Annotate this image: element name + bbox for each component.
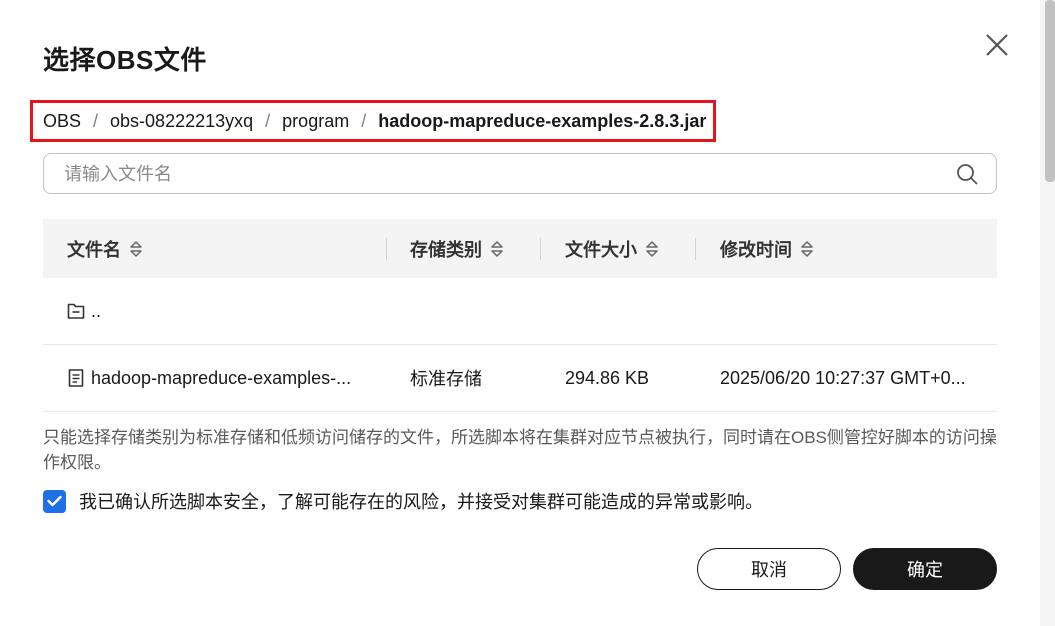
breadcrumb-current-file: hadoop-mapreduce-examples-2.8.3.jar — [378, 111, 707, 131]
agreement-label[interactable]: 我已确认所选脚本安全，了解可能存在的风险，并接受对集群可能造成的异常或影响。 — [79, 488, 763, 514]
file-size-cell: 294.86 KB — [565, 367, 650, 388]
sort-icon[interactable] — [129, 239, 143, 259]
search-input[interactable] — [62, 154, 936, 195]
confirm-button[interactable]: 确定 — [853, 548, 997, 590]
column-header-label: 修改时间 — [720, 239, 792, 260]
sort-icon[interactable] — [645, 239, 659, 259]
column-header-label: 文件名 — [67, 239, 121, 260]
column-divider — [695, 238, 696, 260]
breadcrumb: OBS / obs-08222213yxq / program / hadoop… — [43, 111, 706, 132]
checkmark-icon — [47, 495, 62, 507]
column-header-storage[interactable]: 存储类别 — [410, 219, 504, 278]
file-table: 文件名 存储类别 文件大小 修改时间 .. hadoop-mapreduce-e… — [43, 219, 997, 412]
table-row[interactable]: hadoop-mapreduce-examples-... 标准存储 294.8… — [43, 345, 997, 412]
sort-icon[interactable] — [490, 239, 504, 259]
cancel-button[interactable]: 取消 — [697, 548, 841, 590]
file-icon — [68, 369, 84, 387]
column-header-label: 文件大小 — [565, 239, 637, 260]
file-name-cell[interactable]: hadoop-mapreduce-examples-... — [67, 345, 351, 411]
file-name[interactable]: .. — [91, 301, 101, 322]
column-header-label: 存储类别 — [410, 239, 482, 260]
column-divider — [540, 238, 541, 260]
breadcrumb-separator: / — [361, 111, 367, 131]
table-row[interactable]: .. — [43, 278, 997, 345]
notice-text: 只能选择存储类别为标准存储和低频访问储存的文件，所选脚本将在集群对应节点被执行，… — [43, 428, 997, 472]
column-divider — [386, 238, 387, 260]
search-icon[interactable] — [956, 163, 978, 185]
close-icon[interactable] — [982, 30, 1012, 60]
close-button[interactable] — [982, 30, 1012, 60]
modified-time-cell: 2025/06/20 10:27:37 GMT+0... — [720, 367, 966, 388]
storage-class-cell: 标准存储 — [410, 369, 482, 389]
sort-icon[interactable] — [800, 239, 814, 259]
breadcrumb-separator: / — [265, 111, 271, 131]
breadcrumb-item-folder[interactable]: program — [282, 111, 349, 132]
breadcrumb-item-bucket[interactable]: obs-08222213yxq — [110, 111, 253, 132]
breadcrumb-separator: / — [93, 111, 99, 131]
agreement-checkbox[interactable] — [43, 489, 66, 513]
column-header-size[interactable]: 文件大小 — [565, 219, 659, 278]
breadcrumb-item-obs[interactable]: OBS — [43, 111, 81, 132]
search-box — [43, 153, 997, 195]
table-header: 文件名 存储类别 文件大小 修改时间 — [43, 219, 997, 278]
select-obs-file-dialog: 选择OBS文件 OBS / obs-08222213yxq / program … — [0, 0, 1040, 626]
file-name-cell[interactable]: .. — [67, 278, 101, 344]
agreement-row: 我已确认所选脚本安全，了解可能存在的风险，并接受对集群可能造成的异常或影响。 — [43, 488, 763, 514]
column-header-modified[interactable]: 修改时间 — [720, 219, 814, 278]
dialog-title: 选择OBS文件 — [43, 45, 207, 75]
scrollbar-thumb[interactable] — [1045, 0, 1055, 182]
folder-up-icon — [67, 303, 85, 319]
file-name[interactable]: hadoop-mapreduce-examples-... — [91, 368, 351, 389]
column-header-name[interactable]: 文件名 — [67, 219, 143, 278]
